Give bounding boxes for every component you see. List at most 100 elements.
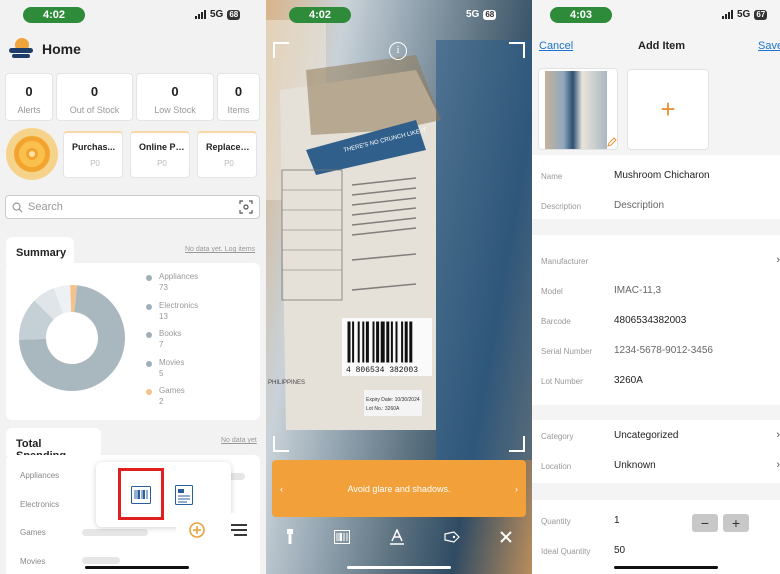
stat-items[interactable]: 0 Items <box>217 73 260 121</box>
card-value: P0 <box>90 159 100 168</box>
scan-icon[interactable] <box>239 200 253 214</box>
field-value[interactable]: 4806534382003 <box>614 315 686 326</box>
legend-value: 73 <box>159 283 168 292</box>
summary-title: Summary <box>6 237 74 265</box>
legend-item: Electronics 13 <box>146 300 198 329</box>
summary-legend: Appliances 73 Electronics 13 Books 7 Movies 5 Ga… <box>146 271 198 414</box>
add-icon[interactable] <box>189 522 205 538</box>
legend-swatch <box>146 332 152 338</box>
field-value[interactable]: Uncategorized <box>614 430 678 441</box>
field-value[interactable]: Mushroom Chicharon <box>614 170 710 181</box>
spending-row-label: Movies <box>20 557 46 566</box>
home-indicator <box>85 566 189 569</box>
tip-prev-button[interactable]: ‹ <box>280 484 283 494</box>
card-online-prices[interactable]: Online Pr... P0 <box>130 131 190 178</box>
field-label: Barcode <box>541 317 571 326</box>
status-indicators: 5G 68 <box>466 9 497 20</box>
barcode-bar <box>404 321 408 363</box>
info-icon[interactable]: i <box>389 42 407 60</box>
field-value[interactable]: Unknown <box>614 460 656 471</box>
label-icon[interactable] <box>444 531 460 543</box>
edit-photo-icon[interactable] <box>607 137 617 147</box>
field-label: Ideal Quantity <box>541 547 591 556</box>
barcode-icon[interactable] <box>334 530 350 544</box>
field-barcode[interactable]: Barcode 4806534382003 <box>532 308 780 338</box>
stat-label: Items <box>227 105 250 115</box>
field-value[interactable]: 50 <box>614 545 625 556</box>
barcode-bar <box>357 321 360 363</box>
field-lot-number[interactable]: Lot Number 3260A <box>532 368 780 398</box>
field-value[interactable]: Description <box>614 200 664 211</box>
home-indicator <box>347 566 451 569</box>
pack-lot-text: Lot No.: 3260A <box>366 406 400 412</box>
spending-bar <box>82 529 148 536</box>
field-label: Lot Number <box>541 377 583 386</box>
stat-value: 0 <box>25 84 33 99</box>
field-label: Manufacturer <box>541 257 589 266</box>
home-header: Home <box>8 38 81 60</box>
network-label: 5G <box>466 9 480 20</box>
stat-out-of-stock[interactable]: 0 Out of Stock <box>56 73 133 121</box>
search-input[interactable] <box>28 201 234 213</box>
field-name[interactable]: Name Mushroom Chicharon <box>532 163 780 193</box>
field-label: Description <box>541 202 582 211</box>
field-value[interactable]: 3260A <box>614 375 643 386</box>
barcode-bar <box>376 321 380 363</box>
cancel-button[interactable]: Cancel <box>539 40 573 52</box>
add-photo-button[interactable]: + <box>627 69 709 150</box>
legend-label: Movies <box>159 357 185 367</box>
scan-frame-corner <box>273 42 289 58</box>
barcode-bar <box>409 321 413 363</box>
field-label: Serial Number <box>541 347 593 356</box>
page-title: Home <box>42 41 81 57</box>
save-button[interactable]: Save <box>758 40 780 52</box>
legend-label: Electronics <box>159 300 199 310</box>
field-location[interactable]: Location Unknown › <box>532 453 780 483</box>
status-indicators: 5G 68 <box>195 9 241 20</box>
field-serial-number[interactable]: Serial Number 1234-5678-9012-3456 <box>532 338 780 368</box>
field-value[interactable]: IMAC-11,3 <box>614 285 661 296</box>
field-value[interactable]: 1234-5678-9012-3456 <box>614 345 713 356</box>
field-category[interactable]: Category Uncategorized › <box>532 423 780 453</box>
tip-next-button[interactable]: › <box>515 484 518 494</box>
field-description[interactable]: Description Description <box>532 193 780 223</box>
scan-frame-corner <box>273 436 289 452</box>
quantity-decrease-button[interactable]: − <box>692 514 718 532</box>
sunrise-ring-icon[interactable] <box>6 128 58 180</box>
field-model[interactable]: Model IMAC-11,3 <box>532 278 780 308</box>
card-purchases[interactable]: Purchas... P0 <box>63 131 123 178</box>
quantity-increase-button[interactable]: + <box>723 514 749 532</box>
legend-swatch <box>146 360 152 367</box>
signal-icon <box>195 10 206 19</box>
legend-label: Books <box>159 329 182 338</box>
document-icon[interactable] <box>175 485 193 505</box>
summary-no-data-link[interactable]: No data yet. Log items <box>185 246 255 253</box>
barcode-option-highlight <box>118 468 164 520</box>
card-replacement[interactable]: Replacem... P0 <box>197 131 257 178</box>
menu-icon[interactable] <box>231 524 247 536</box>
stat-alerts[interactable]: 0 Alerts <box>5 73 53 121</box>
flashlight-icon[interactable] <box>286 529 294 545</box>
field-value[interactable]: 1 <box>614 515 620 526</box>
status-time: 4:02 <box>23 7 85 23</box>
item-photo-thumbnail[interactable] <box>538 68 618 150</box>
barcode-bar <box>365 321 369 363</box>
page-title: Add Item <box>638 40 686 52</box>
legend-value: 7 <box>159 340 164 349</box>
text-icon[interactable] <box>390 529 404 545</box>
field-label: Category <box>541 432 574 441</box>
item-photo <box>545 71 607 149</box>
close-icon[interactable] <box>500 531 512 543</box>
scanner-screen: THERE'S NO CRUNCH LIKE IT 4 806534 38200… <box>266 0 532 574</box>
legend-value: 13 <box>159 311 168 321</box>
field-manufacturer[interactable]: Manufacturer › <box>532 248 780 278</box>
stat-label: Out of Stock <box>69 105 120 115</box>
field-ideal-quantity[interactable]: Ideal Quantity 50 <box>532 538 780 568</box>
spending-no-data-link[interactable]: No data yet <box>221 437 257 444</box>
network-label: 5G <box>210 9 224 20</box>
stat-low-stock[interactable]: 0 Low Stock <box>136 73 214 121</box>
add-item-screen: 4:03 5G 67 Cancel Add Item Save + Name Mu… <box>532 0 780 574</box>
scan-frame-corner <box>509 42 525 58</box>
signal-icon <box>722 10 733 19</box>
legend-item: Movies 5 <box>146 357 198 386</box>
